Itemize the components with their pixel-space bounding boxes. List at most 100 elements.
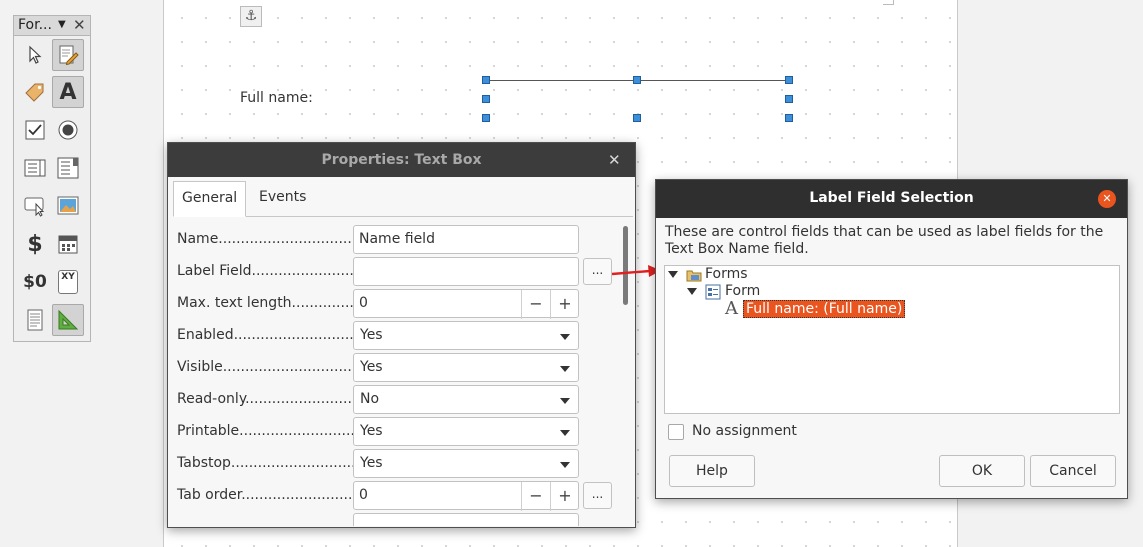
list-box-button[interactable] (19, 152, 51, 184)
read-only-label: Read-only........................... (177, 391, 366, 407)
label-field-browse-button[interactable]: ... (583, 258, 612, 285)
combo-box-button[interactable] (52, 152, 84, 184)
forms-folder-icon (686, 270, 702, 282)
tree-label-full-name[interactable]: Full name: (Full name) (743, 300, 906, 318)
push-button-button[interactable] (19, 190, 51, 222)
chevron-down-icon[interactable] (560, 366, 570, 372)
selection-handle[interactable] (482, 95, 490, 103)
tab-general[interactable]: General (173, 181, 247, 217)
enabled-label: Enabled............................. (177, 327, 363, 343)
toolbar-titlebar[interactable]: For... ▼ ✕ (14, 16, 90, 36)
form-controls-toolbar: For... ▼ ✕ A $ $0 XY (13, 15, 91, 342)
formatted-field-icon: XY (58, 270, 78, 294)
select-tool-button[interactable] (19, 39, 51, 71)
read-only-select[interactable]: No (353, 385, 579, 414)
label-dialog-title: Label Field Selection (809, 190, 974, 206)
properties-panel: Name................................. Na… (173, 217, 633, 526)
selection-handle[interactable] (482, 114, 490, 122)
property-row-enabled: Enabled............................. Yes (173, 321, 633, 351)
selection-handle[interactable] (482, 76, 490, 84)
printable-select[interactable]: Yes (353, 417, 579, 446)
label-field-label: Label Field........................... (177, 263, 372, 279)
control-tree[interactable]: Forms Form A Full name: (Full name) (664, 265, 1120, 414)
close-icon[interactable]: ✕ (1098, 190, 1116, 208)
visible-select[interactable]: Yes (353, 353, 579, 382)
name-field[interactable]: Name field (353, 225, 579, 254)
image-button-icon (57, 196, 79, 215)
selection-handle[interactable] (785, 76, 793, 84)
date-field-button[interactable] (52, 228, 84, 260)
ok-button[interactable]: OK (939, 455, 1025, 487)
numeric-field-button[interactable]: $0 (19, 266, 51, 298)
tab-order-browse-button[interactable]: ... (583, 482, 612, 509)
next-property-field[interactable] (353, 513, 579, 526)
max-text-length-label: Max. text length............... (177, 295, 359, 311)
max-text-length-value[interactable]: 0 (359, 295, 368, 311)
toolbar-title: For... (18, 17, 52, 33)
tree-label-form: Form (725, 283, 761, 299)
dropdown-icon[interactable]: ▼ (58, 19, 66, 30)
decrement-button[interactable]: − (521, 290, 550, 319)
close-icon[interactable]: ✕ (608, 151, 621, 169)
form-properties-icon (27, 309, 43, 331)
property-row-partial (173, 513, 633, 526)
anchor-icon[interactable]: ⚓ (240, 6, 262, 27)
tab-order-stepper[interactable]: 0 − + (353, 481, 579, 511)
read-only-value: No (360, 391, 380, 407)
expander-icon[interactable] (668, 271, 678, 278)
tabstop-select[interactable]: Yes (353, 449, 579, 478)
selection-handle[interactable] (785, 95, 793, 103)
checkbox-icon (25, 120, 45, 140)
help-button[interactable]: Help (669, 455, 755, 487)
visible-value: Yes (360, 359, 383, 375)
image-button-button[interactable] (52, 190, 84, 222)
navigator-button[interactable] (52, 304, 84, 336)
selection-handle[interactable] (633, 114, 641, 122)
design-mode-icon (59, 45, 79, 66)
label-button[interactable]: A (52, 76, 84, 108)
label-dialog-titlebar[interactable]: Label Field Selection ✕ (656, 180, 1127, 218)
design-mode-button[interactable] (52, 39, 84, 71)
property-row-visible: Visible................................ … (173, 353, 633, 383)
text-box-control[interactable] (486, 80, 789, 118)
max-text-length-stepper[interactable]: 0 − + (353, 289, 579, 319)
selection-handle[interactable] (785, 114, 793, 122)
tab-bar: General Events (173, 181, 633, 217)
property-row-max-text-length: Max. text length............... 0 − + (173, 289, 633, 319)
label-dialog-description: These are control fields that can be use… (665, 224, 1104, 257)
chevron-down-icon[interactable] (560, 462, 570, 468)
property-row-read-only: Read-only........................... No (173, 385, 633, 415)
tab-order-value[interactable]: 0 (359, 487, 368, 503)
tab-events[interactable]: Events (251, 181, 314, 217)
selection-handle[interactable] (633, 76, 641, 84)
chevron-down-icon[interactable] (560, 334, 570, 340)
table-control-button[interactable]: XY (52, 266, 84, 298)
no-assignment-label[interactable]: No assignment (692, 423, 797, 439)
close-icon[interactable]: ✕ (73, 16, 86, 34)
currency-field-button[interactable]: $ (19, 228, 51, 260)
chevron-down-icon[interactable] (560, 430, 570, 436)
tabstop-value: Yes (360, 455, 383, 471)
option-button-icon (58, 120, 78, 140)
label-field-input[interactable] (353, 257, 579, 286)
form-properties-button[interactable] (19, 304, 51, 336)
printable-value: Yes (360, 423, 383, 439)
full-name-label[interactable]: Full name: (240, 90, 313, 106)
numeric-field-icon: $0 (23, 272, 47, 292)
chevron-down-icon[interactable] (560, 398, 570, 404)
cancel-button[interactable]: Cancel (1030, 455, 1116, 487)
printable-label: Printable............................ (177, 423, 364, 439)
tree-label-forms: Forms (705, 266, 748, 282)
expander-icon[interactable] (687, 288, 697, 295)
increment-button[interactable]: + (550, 290, 579, 319)
control-wizard-button[interactable] (19, 76, 51, 108)
form-icon (705, 284, 721, 300)
checkbox-button[interactable] (19, 114, 51, 146)
increment-button[interactable]: + (550, 482, 579, 511)
property-row-printable: Printable............................ Ye… (173, 417, 633, 447)
properties-titlebar[interactable]: Properties: Text Box ✕ (168, 143, 635, 177)
no-assignment-checkbox[interactable] (668, 424, 684, 440)
enabled-select[interactable]: Yes (353, 321, 579, 350)
option-button-button[interactable] (52, 114, 84, 146)
decrement-button[interactable]: − (521, 482, 550, 511)
